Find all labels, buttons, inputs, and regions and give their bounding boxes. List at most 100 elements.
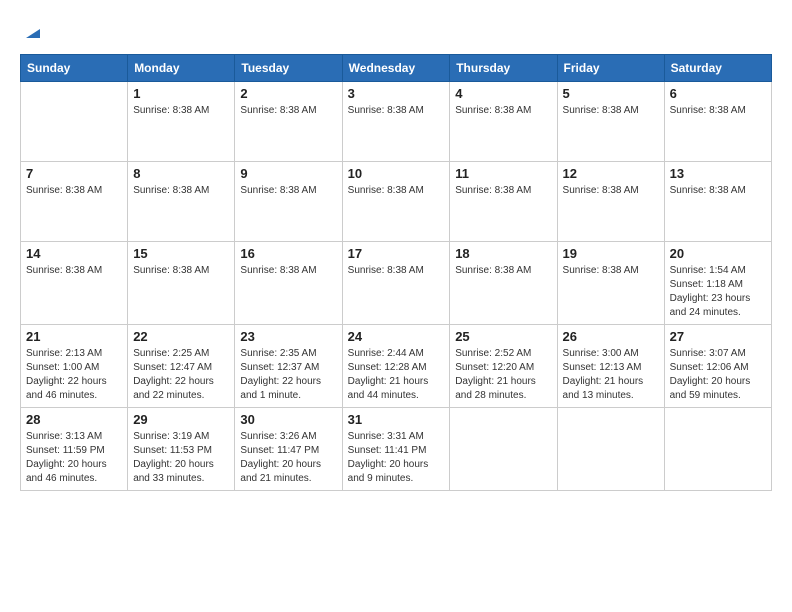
logo-arrow-icon bbox=[22, 20, 44, 42]
calendar-cell: 26 Sunrise: 3:00 AMSunset: 12:13 AMDaylig… bbox=[557, 325, 664, 408]
day-info: Sunrise: 8:38 AM bbox=[455, 184, 551, 198]
day-info: Sunrise: 8:38 AM bbox=[26, 184, 122, 198]
calendar-cell: 21 Sunrise: 2:13 AMSunset: 1:00 AMDayligh… bbox=[21, 325, 128, 408]
calendar-cell bbox=[21, 82, 128, 162]
day-number: 2 bbox=[240, 86, 336, 101]
day-number: 26 bbox=[563, 329, 659, 344]
day-info: Sunrise: 2:35 AMSunset: 12:37 AMDaylight… bbox=[240, 347, 336, 403]
day-info: Sunrise: 3:07 AMSunset: 12:06 AMDaylight… bbox=[670, 347, 766, 403]
day-number: 9 bbox=[240, 166, 336, 181]
day-info: Sunrise: 8:38 AM bbox=[563, 184, 659, 198]
header-sunday: Sunday bbox=[21, 55, 128, 82]
day-number: 29 bbox=[133, 412, 229, 427]
day-info: Sunrise: 8:38 AM bbox=[26, 264, 122, 278]
day-number: 6 bbox=[670, 86, 766, 101]
week-row-5: 28Sunrise: 3:13 AMSunset: 11:59 PMDaylig… bbox=[21, 408, 772, 491]
header-wednesday: Wednesday bbox=[342, 55, 450, 82]
calendar-cell: 20 Sunrise: 1:54 AMSunset: 1:18 AMDayligh… bbox=[664, 242, 771, 325]
calendar-cell: 15 Sunrise: 8:38 AM bbox=[128, 242, 235, 325]
day-info: Sunrise: 8:38 AM bbox=[240, 104, 336, 118]
calendar-cell: 28Sunrise: 3:13 AMSunset: 11:59 PMDaylig… bbox=[21, 408, 128, 491]
day-number: 22 bbox=[133, 329, 229, 344]
day-number: 16 bbox=[240, 246, 336, 261]
day-number: 12 bbox=[563, 166, 659, 181]
calendar-cell: 12 Sunrise: 8:38 AM bbox=[557, 162, 664, 242]
day-info: Sunrise: 2:13 AMSunset: 1:00 AMDaylight:… bbox=[26, 347, 122, 403]
day-number: 3 bbox=[348, 86, 445, 101]
calendar-cell: 10 Sunrise: 8:38 AM bbox=[342, 162, 450, 242]
day-info: Sunrise: 3:31 AMSunset: 11:41 PMDaylight… bbox=[348, 430, 445, 486]
calendar-table: SundayMondayTuesdayWednesdayThursdayFrid… bbox=[20, 54, 772, 491]
calendar-cell: 27 Sunrise: 3:07 AMSunset: 12:06 AMDaylig… bbox=[664, 325, 771, 408]
day-info: Sunrise: 8:38 AM bbox=[348, 184, 445, 198]
day-number: 14 bbox=[26, 246, 122, 261]
day-info: Sunrise: 8:38 AM bbox=[670, 104, 766, 118]
day-info: Sunrise: 2:52 AMSunset: 12:20 AMDaylight… bbox=[455, 347, 551, 403]
day-info: Sunrise: 2:25 AMSunset: 12:47 AMDaylight… bbox=[133, 347, 229, 403]
day-number: 31 bbox=[348, 412, 445, 427]
day-number: 11 bbox=[455, 166, 551, 181]
header-saturday: Saturday bbox=[664, 55, 771, 82]
calendar-header-row: SundayMondayTuesdayWednesdayThursdayFrid… bbox=[21, 55, 772, 82]
calendar-cell: 31 Sunrise: 3:31 AMSunset: 11:41 PMDaylig… bbox=[342, 408, 450, 491]
day-number: 23 bbox=[240, 329, 336, 344]
logo bbox=[20, 20, 44, 38]
calendar-cell: 23 Sunrise: 2:35 AMSunset: 12:37 AMDaylig… bbox=[235, 325, 342, 408]
day-number: 4 bbox=[455, 86, 551, 101]
calendar-cell: 16Sunrise: 8:38 AM bbox=[235, 242, 342, 325]
day-info: Sunrise: 1:54 AMSunset: 1:18 AMDaylight:… bbox=[670, 264, 766, 320]
day-number: 10 bbox=[348, 166, 445, 181]
week-row-4: 21 Sunrise: 2:13 AMSunset: 1:00 AMDayligh… bbox=[21, 325, 772, 408]
day-info: Sunrise: 3:19 AMSunset: 11:53 PMDaylight… bbox=[133, 430, 229, 486]
day-info: Sunrise: 8:38 AM bbox=[455, 104, 551, 118]
week-row-3: 14Sunrise: 8:38 AM15Sunrise: 8:38 AM16Su… bbox=[21, 242, 772, 325]
calendar-cell: 5 Sunrise: 8:38 AM bbox=[557, 82, 664, 162]
calendar-cell: 24 Sunrise: 2:44 AMSunset: 12:28 AMDaylig… bbox=[342, 325, 450, 408]
calendar-cell: 13Sunrise: 8:38 AM bbox=[664, 162, 771, 242]
header-monday: Monday bbox=[128, 55, 235, 82]
calendar-cell: 7Sunrise: 8:38 AM bbox=[21, 162, 128, 242]
day-number: 27 bbox=[670, 329, 766, 344]
day-number: 5 bbox=[563, 86, 659, 101]
day-number: 15 bbox=[133, 246, 229, 261]
logo-text bbox=[20, 20, 44, 38]
day-info: Sunrise: 2:44 AMSunset: 12:28 AMDaylight… bbox=[348, 347, 445, 403]
day-info: Sunrise: 8:38 AM bbox=[563, 104, 659, 118]
week-row-1: 1Sunrise: 8:38 AM 2 Sunrise: 8:38 AM 3 Sunri… bbox=[21, 82, 772, 162]
day-number: 18 bbox=[455, 246, 551, 261]
day-number: 21 bbox=[26, 329, 122, 344]
day-info: Sunrise: 3:26 AMSunset: 11:47 PMDaylight… bbox=[240, 430, 336, 486]
day-number: 24 bbox=[348, 329, 445, 344]
header-friday: Friday bbox=[557, 55, 664, 82]
day-info: Sunrise: 8:38 AM bbox=[670, 184, 766, 198]
header-thursday: Thursday bbox=[450, 55, 557, 82]
calendar-cell: 25 Sunrise: 2:52 AMSunset: 12:20 AMDaylig… bbox=[450, 325, 557, 408]
calendar-cell: 3 Sunrise: 8:38 AM bbox=[342, 82, 450, 162]
day-info: Sunrise: 8:38 AM bbox=[133, 264, 229, 278]
calendar-cell bbox=[664, 408, 771, 491]
day-number: 8 bbox=[133, 166, 229, 181]
page-header bbox=[20, 20, 772, 38]
day-info: Sunrise: 3:00 AMSunset: 12:13 AMDaylight… bbox=[563, 347, 659, 403]
calendar-cell: 2 Sunrise: 8:38 AM bbox=[235, 82, 342, 162]
day-number: 30 bbox=[240, 412, 336, 427]
calendar-cell: 9 Sunrise: 8:38 AM bbox=[235, 162, 342, 242]
day-info: Sunrise: 8:38 AM bbox=[563, 264, 659, 278]
header-tuesday: Tuesday bbox=[235, 55, 342, 82]
calendar-cell: 1Sunrise: 8:38 AM bbox=[128, 82, 235, 162]
day-info: Sunrise: 8:38 AM bbox=[133, 184, 229, 198]
calendar-cell: 29 Sunrise: 3:19 AMSunset: 11:53 PMDaylig… bbox=[128, 408, 235, 491]
day-number: 25 bbox=[455, 329, 551, 344]
calendar-cell: 8 Sunrise: 8:38 AM bbox=[128, 162, 235, 242]
day-number: 20 bbox=[670, 246, 766, 261]
day-number: 19 bbox=[563, 246, 659, 261]
calendar-cell: 18Sunrise: 8:38 AM bbox=[450, 242, 557, 325]
day-info: Sunrise: 8:38 AM bbox=[240, 184, 336, 198]
calendar-cell: 22 Sunrise: 2:25 AMSunset: 12:47 AMDaylig… bbox=[128, 325, 235, 408]
calendar-cell: 30 Sunrise: 3:26 AMSunset: 11:47 PMDaylig… bbox=[235, 408, 342, 491]
day-number: 28 bbox=[26, 412, 122, 427]
day-info: Sunrise: 8:38 AM bbox=[348, 104, 445, 118]
calendar-cell: 17Sunrise: 8:38 AM bbox=[342, 242, 450, 325]
calendar-cell bbox=[450, 408, 557, 491]
calendar-cell bbox=[557, 408, 664, 491]
